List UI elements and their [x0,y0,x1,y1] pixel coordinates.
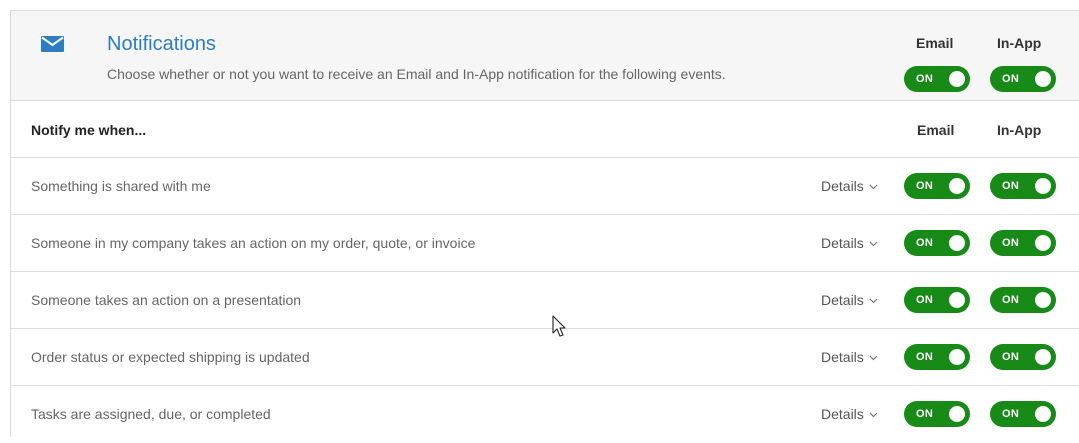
toggle-knob [1035,349,1051,365]
toggle-knob [949,178,965,194]
details-label: Details [821,178,864,194]
details-label: Details [821,406,864,422]
details-label: Details [821,235,864,251]
row-label: Something is shared with me [31,178,211,194]
mouse-cursor-icon [552,315,566,337]
toggle-knob [949,71,965,87]
toggle-label: ON [1002,73,1020,85]
toggle-knob [1035,71,1051,87]
toggle-knob [949,235,965,251]
toggle-label: ON [916,294,934,306]
email-toggle[interactable]: ON [904,401,970,427]
inapp-toggle[interactable]: ON [990,173,1056,199]
page-title: Notifications [107,33,216,55]
email-toggle[interactable]: ON [904,173,970,199]
row-label: Tasks are assigned, due, or completed [31,406,271,422]
toggle-knob [1035,406,1051,422]
details-label: Details [821,349,864,365]
details-dropdown[interactable]: Details [821,405,878,423]
column-inapp: In-App [997,122,1042,138]
inapp-toggle[interactable]: ON [990,287,1056,313]
toggle-label: ON [1002,180,1020,192]
toggle-label: ON [916,180,934,192]
toggle-label: ON [916,237,934,249]
column-email: Email [917,122,955,138]
table-header: Notify me when... Email In-App [11,101,1079,158]
row-label: Someone takes an action on a presentatio… [31,292,302,308]
details-dropdown[interactable]: Details [821,348,878,366]
email-toggle[interactable]: ON [904,287,970,313]
header-inapp-label: In-App [997,35,1042,51]
header-email-label: Email [916,35,954,51]
toggle-label: ON [916,408,934,420]
email-toggle[interactable]: ON [904,230,970,256]
chevron-down-icon [869,184,878,190]
toggle-label: ON [1002,294,1020,306]
inapp-toggle[interactable]: ON [990,230,1056,256]
notifications-header: Notifications Choose whether or not you … [11,11,1079,101]
table-title: Notify me when... [31,122,147,138]
table-row: Tasks are assigned, due, or completed De… [11,386,1079,443]
master-inapp-toggle[interactable]: ON [990,66,1056,92]
chevron-down-icon [869,412,878,418]
toggle-knob [949,349,965,365]
chevron-down-icon [869,355,878,361]
details-label: Details [821,292,864,308]
toggle-knob [1035,292,1051,308]
chevron-down-icon [869,241,878,247]
master-email-toggle[interactable]: ON [904,66,970,92]
toggle-label: ON [916,351,934,363]
details-dropdown[interactable]: Details [821,177,878,195]
table-row: Someone takes an action on a presentatio… [11,272,1079,329]
email-toggle[interactable]: ON [904,344,970,370]
inapp-toggle[interactable]: ON [990,401,1056,427]
toggle-label: ON [1002,237,1020,249]
row-label: Order status or expected shipping is upd… [31,349,310,365]
table-row: Someone in my company takes an action on… [11,215,1079,272]
details-dropdown[interactable]: Details [821,291,878,309]
notifications-panel: Notifications Choose whether or not you … [10,10,1079,437]
chevron-down-icon [869,298,878,304]
toggle-knob [1035,178,1051,194]
inapp-toggle[interactable]: ON [990,344,1056,370]
table-row: Something is shared with me Details ON O… [11,158,1079,215]
toggle-label: ON [916,73,934,85]
row-label: Someone in my company takes an action on… [31,235,476,251]
envelope-icon [41,36,64,52]
toggle-label: ON [1002,408,1020,420]
details-dropdown[interactable]: Details [821,234,878,252]
page-description: Choose whether or not you want to receiv… [107,66,726,82]
table-row: Order status or expected shipping is upd… [11,329,1079,386]
toggle-knob [949,292,965,308]
toggle-knob [949,406,965,422]
toggle-knob [1035,235,1051,251]
toggle-label: ON [1002,351,1020,363]
